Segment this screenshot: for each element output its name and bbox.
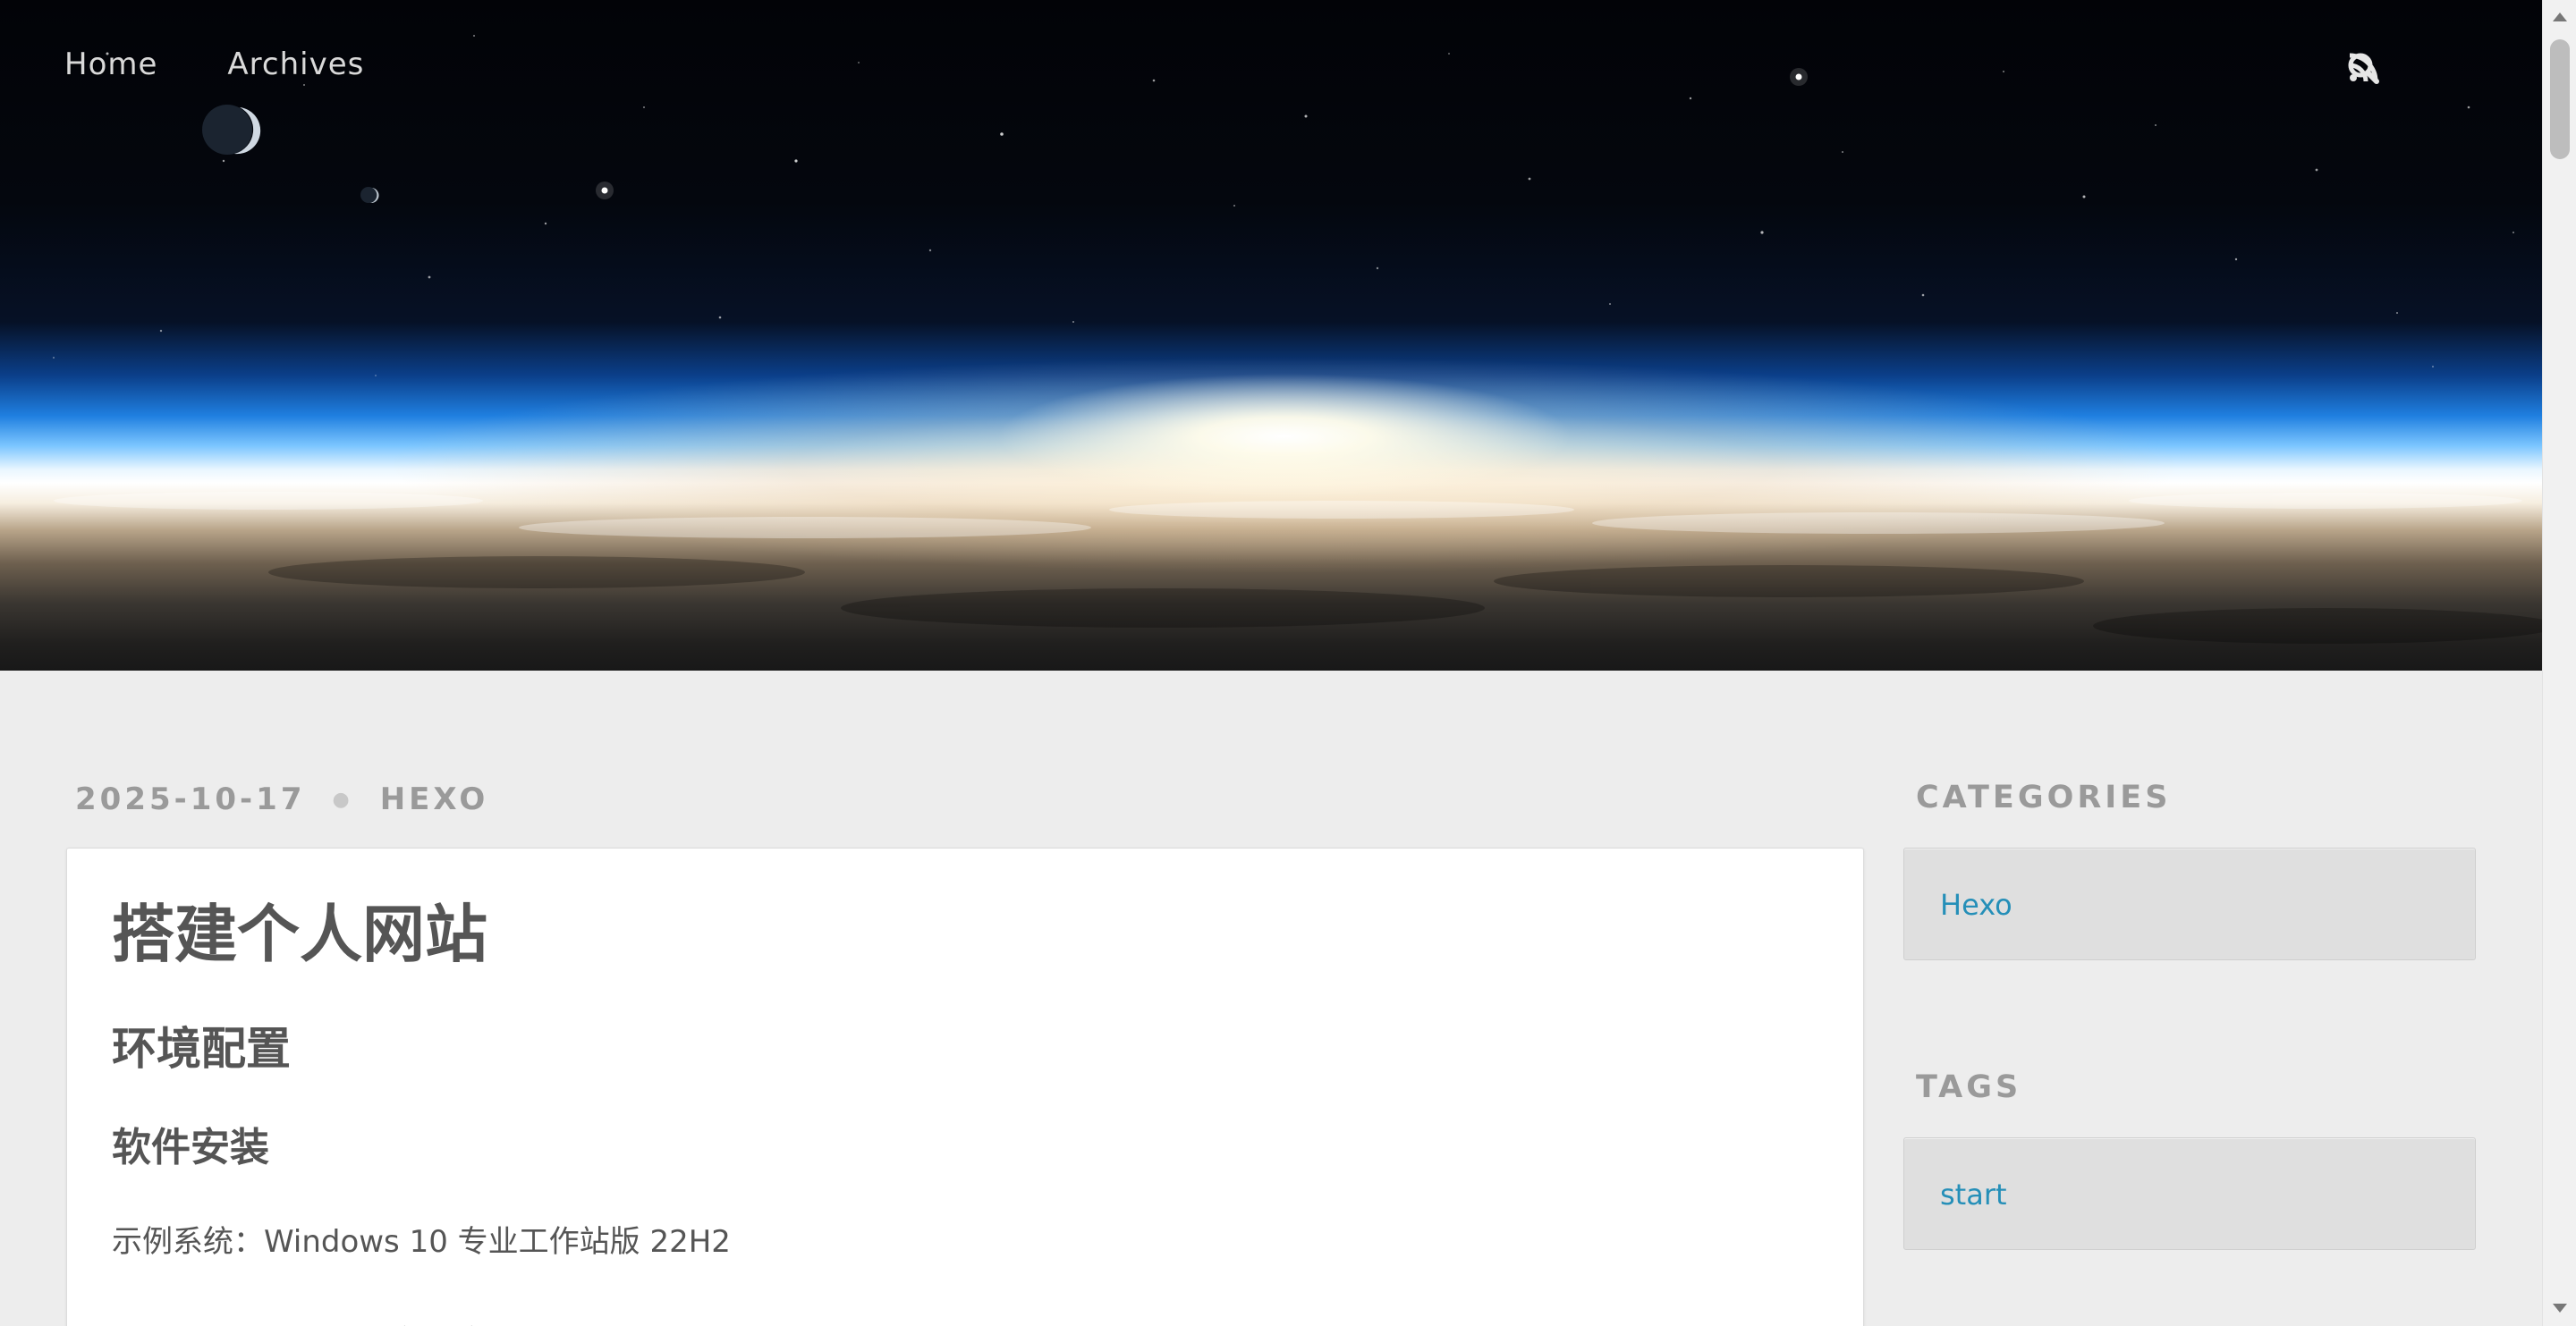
moons (202, 105, 379, 204)
page: Home Archives 2025-10-17 ● HEXO 搭建个人网站 环… (0, 0, 2576, 1326)
starfield-image (53, 35, 2542, 644)
tags-widget: start (1903, 1137, 2476, 1250)
post-date[interactable]: 2025-10-17 (75, 781, 305, 817)
category-link-hexo[interactable]: Hexo (1940, 888, 2012, 922)
nav-archives-link[interactable]: Archives (227, 46, 364, 82)
meta-separator: ● (332, 788, 353, 811)
tag-link-start[interactable]: start (1940, 1178, 2007, 1212)
vertical-scrollbar[interactable] (2542, 0, 2576, 1326)
scrollbar-thumb[interactable] (2550, 39, 2570, 159)
article-title[interactable]: 搭建个人网站 (112, 884, 487, 975)
categories-widget: Hexo (1903, 848, 2476, 960)
article-paragraph-partial: 下载并安装Node.js（可选） (112, 1317, 499, 1326)
categories-title: CATEGORIES (1916, 780, 2172, 815)
post-meta: 2025-10-17 ● HEXO (75, 781, 488, 817)
article-card: 搭建个人网站 环境配置 软件安装 示例系统：Windows 10 专业工作站版 … (66, 848, 1864, 1326)
scroll-up-arrow-icon[interactable] (2553, 13, 2567, 21)
section-heading: 环境配置 (112, 1023, 291, 1075)
search-icon (2348, 53, 2379, 84)
scroll-down-arrow-icon[interactable] (2553, 1304, 2567, 1313)
main-nav: Home Archives (64, 46, 364, 82)
nav-home-link[interactable]: Home (64, 46, 157, 82)
article-paragraph: 示例系统：Windows 10 专业工作站版 22H2 (112, 1224, 731, 1260)
header-banner: Home Archives (0, 0, 2542, 671)
tags-title: TAGS (1916, 1069, 2022, 1105)
subsection-heading: 软件安装 (112, 1125, 269, 1170)
bright-stars (596, 68, 1808, 199)
post-category-link[interactable]: HEXO (380, 781, 489, 817)
